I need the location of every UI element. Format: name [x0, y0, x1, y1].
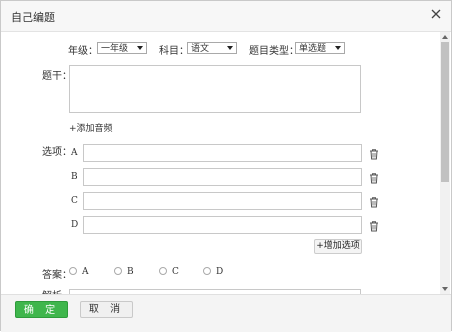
grade-label: 年级： [68, 46, 98, 57]
subject-select[interactable]: 语文 [187, 42, 237, 54]
subject-label: 科目： [159, 46, 189, 57]
answer-radio-d[interactable] [203, 267, 211, 275]
grade-select[interactable]: 一年级 [97, 42, 147, 54]
options-label: 选项： [42, 147, 72, 158]
answer-radio-label-b: B [127, 267, 134, 277]
dialog-titlebar: 自己编题 [1, 1, 451, 32]
type-select-value: 单选题 [299, 44, 327, 54]
trash-icon[interactable] [368, 196, 380, 208]
dialog-footer: 确 定 取 消 [1, 294, 451, 332]
option-input-b[interactable] [83, 168, 362, 186]
stem-textarea[interactable] [69, 65, 361, 113]
vertical-scrollbar[interactable] [440, 32, 450, 294]
option-input-c[interactable] [83, 192, 362, 210]
option-input-a[interactable] [83, 144, 362, 162]
chevron-down-icon [335, 46, 341, 50]
analysis-label: 解析 [42, 287, 62, 294]
confirm-button[interactable]: 确 定 [15, 301, 68, 318]
dialog: 自己编题 年级： 一年级 科目： 语文 题目类型： 单选题 题干： +添加音频 … [0, 0, 452, 332]
option-letter-a: A [71, 148, 78, 158]
scroll-down-icon[interactable] [440, 284, 450, 294]
option-input-d[interactable] [83, 216, 362, 234]
add-audio-link[interactable]: +添加音频 [69, 121, 113, 134]
answer-radio-b[interactable] [114, 267, 122, 275]
scrollbar-thumb[interactable] [441, 42, 449, 182]
cancel-button[interactable]: 取 消 [80, 301, 133, 318]
stem-label: 题干： [42, 71, 72, 82]
answer-radio-label-d: D [216, 267, 224, 277]
add-option-button[interactable]: +增加选项 [314, 239, 362, 254]
option-letter-c: C [71, 196, 78, 206]
trash-icon[interactable] [368, 172, 380, 184]
grade-select-value: 一年级 [101, 44, 129, 54]
trash-icon[interactable] [368, 220, 380, 232]
trash-icon[interactable] [368, 148, 380, 160]
answer-radio-label-a: A [82, 267, 89, 277]
scroll-up-icon[interactable] [440, 32, 450, 42]
chevron-down-icon [137, 46, 143, 50]
option-letter-d: D [71, 220, 79, 230]
dialog-content: 年级： 一年级 科目： 语文 题目类型： 单选题 题干： +添加音频 选项： A… [1, 32, 441, 294]
answer-radio-c[interactable] [159, 267, 167, 275]
answer-radio-label-c: C [172, 267, 179, 277]
answer-label: 答案： [42, 270, 72, 281]
type-select[interactable]: 单选题 [295, 42, 345, 54]
type-label: 题目类型： [249, 46, 299, 57]
answer-radio-a[interactable] [69, 267, 77, 275]
dialog-title: 自己编题 [11, 11, 55, 24]
option-letter-b: B [71, 172, 78, 182]
chevron-down-icon [227, 46, 233, 50]
subject-select-value: 语文 [191, 44, 210, 54]
close-icon[interactable] [429, 7, 443, 21]
